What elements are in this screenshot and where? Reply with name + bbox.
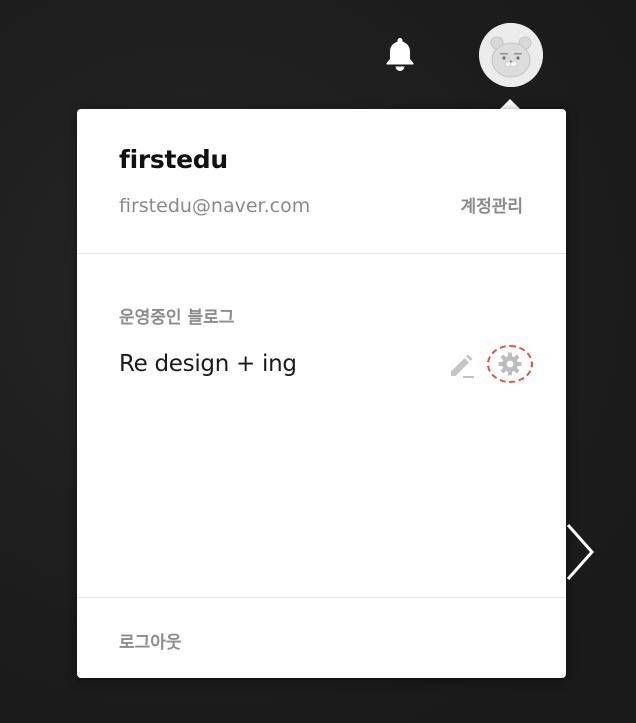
- blog-settings-button[interactable]: [487, 345, 535, 385]
- chevron-right-icon: [566, 524, 595, 580]
- account-menu-popover: firstedu firstedu@naver.com 계정관리 운영중인 블로…: [77, 109, 566, 678]
- notification-bell-button[interactable]: [384, 36, 416, 72]
- ryan-avatar-icon: [479, 23, 543, 87]
- next-arrow-button[interactable]: [562, 521, 598, 583]
- blogs-section-title: 운영중인 블로그: [119, 308, 235, 328]
- profile-section: firstedu firstedu@naver.com 계정관리: [77, 109, 566, 254]
- profile-avatar-button[interactable]: [479, 23, 543, 87]
- blog-list-item: Re design + ing: [77, 344, 566, 392]
- bell-icon: [386, 38, 414, 71]
- pencil-icon: [451, 354, 474, 378]
- popover-footer: 로그아웃: [77, 597, 566, 679]
- username: firstedu: [119, 145, 228, 174]
- account-manage-link[interactable]: 계정관리: [460, 192, 523, 217]
- blog-name-link[interactable]: Re design + ing: [119, 351, 297, 377]
- user-email: firstedu@naver.com: [119, 195, 311, 217]
- managed-blogs-section: 운영중인 블로그 Re design + ing: [77, 254, 566, 597]
- logout-button[interactable]: 로그아웃: [119, 628, 182, 653]
- top-navigation-bar: [0, 0, 636, 110]
- gear-icon: [498, 352, 522, 376]
- blog-write-button[interactable]: [448, 352, 476, 380]
